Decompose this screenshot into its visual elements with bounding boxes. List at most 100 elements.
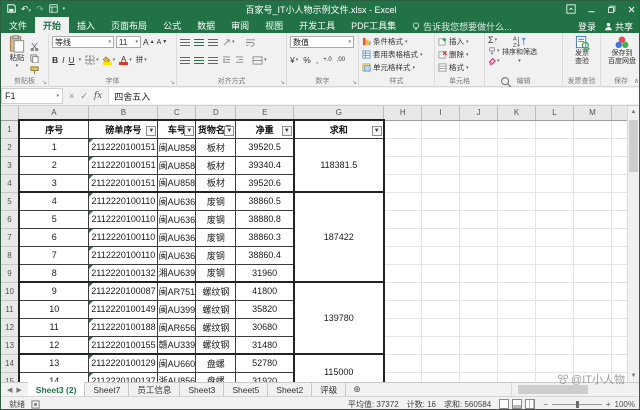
column-header-J[interactable]: J	[460, 106, 498, 120]
empty-cell[interactable]	[573, 156, 611, 174]
cell[interactable]: 闽AU858	[158, 156, 196, 174]
ribbon-display-options-icon[interactable]	[561, 1, 581, 17]
empty-cell[interactable]	[422, 192, 460, 210]
empty-cell[interactable]	[460, 138, 498, 156]
decrease-decimal-icon[interactable]: .00	[337, 57, 345, 63]
field-header-cell[interactable]: 货物名称▼	[196, 120, 236, 138]
empty-cell[interactable]	[536, 138, 574, 156]
empty-cell[interactable]	[573, 120, 611, 138]
empty-cell[interactable]	[573, 246, 611, 264]
empty-cell[interactable]	[498, 300, 536, 318]
empty-cell[interactable]	[498, 120, 536, 138]
empty-cell[interactable]	[611, 336, 628, 354]
cell[interactable]: 废钢	[196, 228, 236, 246]
cell[interactable]: 盘螺	[196, 372, 236, 382]
cell[interactable]: 8	[19, 264, 89, 282]
fill-icon[interactable]: ▾	[488, 47, 500, 55]
align-top-icon[interactable]	[180, 39, 190, 46]
empty-cell[interactable]	[460, 210, 498, 228]
empty-cell[interactable]	[573, 210, 611, 228]
macro-record-icon[interactable]	[31, 400, 40, 409]
grow-font-icon[interactable]: A▲	[143, 38, 155, 47]
cell[interactable]: 5	[19, 210, 89, 228]
empty-cell[interactable]	[536, 318, 574, 336]
cell[interactable]: 41800	[236, 282, 294, 300]
empty-cell[interactable]	[460, 120, 498, 138]
percent-style-icon[interactable]: %	[303, 56, 311, 65]
empty-cell[interactable]	[498, 336, 536, 354]
redo-icon[interactable]: ↷	[36, 5, 44, 14]
sheet-tab[interactable]: Sheet7	[85, 383, 129, 396]
cell[interactable]: 7	[19, 246, 89, 264]
empty-cell[interactable]	[573, 318, 611, 336]
empty-cell[interactable]	[536, 120, 574, 138]
cell[interactable]: 盘螺	[196, 354, 236, 372]
cell[interactable]: 螺纹钢	[196, 282, 236, 300]
insert-function-icon[interactable]: fx	[94, 91, 102, 101]
column-header-H[interactable]: H	[384, 106, 422, 120]
cell[interactable]: 31920	[236, 372, 294, 382]
empty-cell[interactable]	[573, 138, 611, 156]
filter-dropdown-icon[interactable]: ▼	[184, 126, 194, 136]
cell[interactable]: 2112220100155	[89, 336, 158, 354]
empty-cell[interactable]	[422, 372, 460, 382]
empty-cell[interactable]	[536, 264, 574, 282]
cell[interactable]: 11	[19, 318, 89, 336]
cell[interactable]: 52780	[236, 354, 294, 372]
cell[interactable]: 螺纹钢	[196, 300, 236, 318]
zoom-slider[interactable]	[552, 404, 602, 405]
field-header-cell[interactable]: 求和▼	[294, 120, 384, 138]
field-header-cell[interactable]: 车号▼	[158, 120, 196, 138]
ribbon-tab-6[interactable]: 审阅	[223, 17, 257, 33]
sort-filter-button[interactable]: AZ 排序和筛选▾	[502, 35, 538, 76]
ribbon-tab-file[interactable]: 文件	[1, 17, 35, 33]
cell[interactable]: 4	[19, 192, 89, 210]
cell[interactable]: 浙AU856	[158, 372, 196, 382]
empty-cell[interactable]	[498, 156, 536, 174]
column-header-K[interactable]: K	[498, 106, 536, 120]
italic-button[interactable]: I	[62, 56, 64, 65]
empty-cell[interactable]	[460, 336, 498, 354]
empty-cell[interactable]	[536, 246, 574, 264]
empty-cell[interactable]	[422, 174, 460, 192]
ribbon-tab-1[interactable]: 开始	[35, 17, 69, 33]
cell[interactable]: 2112220100087	[89, 282, 158, 300]
cell[interactable]: 闽AU636	[158, 246, 196, 264]
comma-style-icon[interactable]: ,	[316, 56, 318, 65]
empty-cell[interactable]	[611, 246, 628, 264]
scroll-up-icon[interactable]: ▲	[628, 106, 639, 118]
sheet-tab[interactable]: 评级	[312, 383, 346, 396]
cell[interactable]: 闽AU858	[158, 138, 196, 156]
cell[interactable]: 2112220100151	[89, 138, 158, 156]
sign-in-link[interactable]: 登录	[578, 20, 596, 33]
align-center-icon[interactable]	[194, 57, 204, 64]
column-header-partial[interactable]	[611, 106, 628, 120]
column-header-D[interactable]: D	[196, 106, 236, 120]
empty-cell[interactable]	[498, 282, 536, 300]
empty-cell[interactable]	[611, 264, 628, 282]
column-header-G[interactable]: G	[294, 106, 384, 120]
align-left-icon[interactable]	[180, 57, 190, 64]
empty-cell[interactable]	[573, 282, 611, 300]
row-header[interactable]: 2	[1, 138, 19, 156]
orientation-icon[interactable]: ▾	[222, 38, 235, 47]
row-header[interactable]: 12	[1, 318, 19, 336]
close-button[interactable]	[621, 1, 640, 17]
cell[interactable]: 38860.4	[236, 246, 294, 264]
empty-cell[interactable]	[384, 120, 422, 138]
cell[interactable]: 3	[19, 174, 89, 192]
column-header-M[interactable]: M	[573, 106, 611, 120]
filter-dropdown-icon[interactable]: ▼	[282, 126, 292, 136]
cell[interactable]: 废钢	[196, 210, 236, 228]
cell-styles-button[interactable]: 单元格样式▾	[362, 61, 432, 74]
empty-cell[interactable]	[460, 174, 498, 192]
sheet-tab[interactable]: 员工信息	[129, 383, 180, 396]
empty-cell[interactable]	[422, 210, 460, 228]
cut-icon[interactable]	[30, 38, 39, 47]
row-header[interactable]: 14	[1, 354, 19, 372]
cell[interactable]: 闽AR656	[158, 318, 196, 336]
new-sheet-button[interactable]: ⊕	[346, 383, 368, 396]
cell[interactable]: 13	[19, 354, 89, 372]
empty-cell[interactable]	[536, 336, 574, 354]
empty-cell[interactable]	[611, 300, 628, 318]
